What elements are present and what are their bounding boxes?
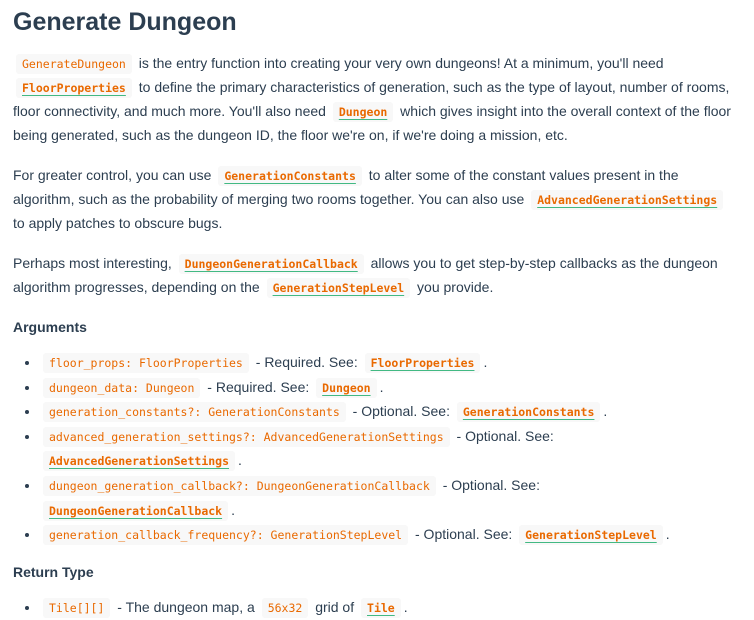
control-paragraph: For greater control, you can use Generat… bbox=[13, 164, 733, 235]
text: - The dungeon map, a bbox=[113, 598, 259, 615]
text: . bbox=[231, 501, 235, 518]
link-code: GenerationConstants bbox=[218, 166, 362, 186]
text: - Optional. See: bbox=[452, 427, 554, 444]
text: . bbox=[603, 403, 608, 420]
text: Perhaps most interesting, bbox=[13, 255, 176, 271]
argument-signature: floor_props: FloorProperties bbox=[43, 353, 249, 373]
return-type-code: Tile[][] bbox=[43, 597, 111, 618]
link-code: Tile bbox=[361, 597, 401, 618]
argument-item: dungeon_data: Dungeon - Required. See: D… bbox=[40, 376, 733, 401]
text: - Optional. See: bbox=[438, 476, 540, 493]
link-generation-constants[interactable]: GenerationConstants bbox=[215, 166, 365, 186]
link-code: GenerationStepLevel bbox=[519, 525, 663, 546]
link-code: GenerationStepLevel bbox=[266, 278, 411, 298]
link-generation-step-level[interactable]: GenerationStepLevel bbox=[264, 278, 414, 298]
text: . bbox=[238, 452, 242, 469]
link-code: AdvancedGenerationSettings bbox=[531, 190, 724, 210]
argument-link[interactable]: GenerationStepLevel bbox=[516, 525, 666, 546]
return-type-heading: Return Type bbox=[13, 563, 94, 580]
argument-link[interactable]: AdvancedGenerationSettings bbox=[40, 451, 238, 472]
link-dungeon-generation-callback[interactable]: DungeonGenerationCallback bbox=[176, 254, 367, 274]
doc-content: Generate Dungeon GenerateDungeon is the … bbox=[0, 6, 746, 620]
argument-signature: dungeon_data: Dungeon bbox=[43, 377, 201, 398]
text: you provide. bbox=[413, 279, 494, 295]
arguments-list: floor_props: FloorProperties - Required.… bbox=[13, 351, 733, 548]
argument-item: generation_callback_frequency?: Generati… bbox=[40, 523, 733, 548]
text: For greater control, you can use bbox=[13, 167, 216, 183]
link-code: Dungeon bbox=[316, 377, 377, 398]
argument-link[interactable]: Dungeon bbox=[313, 377, 379, 398]
arguments-heading: Arguments bbox=[13, 319, 87, 335]
argument-item: floor_props: FloorProperties - Required.… bbox=[40, 351, 733, 376]
grid-size-code: 56x32 bbox=[261, 597, 309, 618]
argument-item: generation_constants?: GenerationConstan… bbox=[40, 400, 733, 425]
link-tile[interactable]: Tile bbox=[358, 597, 404, 618]
link-floor-properties[interactable]: FloorProperties bbox=[13, 78, 135, 98]
link-code: DungeonGenerationCallback bbox=[43, 500, 229, 521]
link-code: FloorProperties bbox=[16, 78, 132, 98]
text: . bbox=[665, 526, 670, 543]
argument-signature: generation_callback_frequency?: Generati… bbox=[43, 525, 409, 546]
text: - Optional. See: bbox=[411, 526, 517, 543]
argument-item: dungeon_generation_callback?: DungeonGen… bbox=[40, 474, 733, 523]
link-advanced-generation-settings[interactable]: AdvancedGenerationSettings bbox=[528, 190, 726, 210]
text: grid of bbox=[311, 598, 359, 615]
argument-link[interactable]: GenerationConstants bbox=[454, 402, 604, 423]
argument-signature: advanced_generation_settings?: AdvancedG… bbox=[43, 426, 450, 447]
text: is the entry function into creating your… bbox=[134, 55, 664, 71]
text: - Optional. See: bbox=[348, 403, 454, 420]
text: - Required. See: bbox=[203, 378, 314, 395]
text: - Required. See: bbox=[251, 354, 362, 370]
callback-paragraph: Perhaps most interesting, DungeonGenerat… bbox=[13, 252, 733, 300]
link-dungeon[interactable]: Dungeon bbox=[330, 102, 396, 122]
text: . bbox=[379, 378, 384, 395]
text: . bbox=[403, 598, 408, 615]
argument-signature: dungeon_generation_callback?: DungeonGen… bbox=[43, 475, 436, 496]
argument-signature: generation_constants?: GenerationConstan… bbox=[43, 402, 346, 423]
link-code: AdvancedGenerationSettings bbox=[43, 451, 236, 472]
link-code: FloorProperties bbox=[364, 353, 481, 373]
link-code: GenerationConstants bbox=[456, 402, 601, 423]
argument-link[interactable]: FloorProperties bbox=[362, 353, 484, 373]
page-title: Generate Dungeon bbox=[13, 8, 237, 36]
inline-code: GenerateDungeon bbox=[16, 54, 132, 74]
text: to apply patches to obscure bugs. bbox=[13, 215, 223, 231]
link-code: Dungeon bbox=[332, 102, 394, 122]
argument-item: advanced_generation_settings?: AdvancedG… bbox=[40, 425, 733, 474]
link-code: DungeonGenerationCallback bbox=[178, 254, 364, 274]
return-list: Tile[][] - The dungeon map, a 56x32 grid… bbox=[13, 596, 733, 620]
argument-link[interactable]: DungeonGenerationCallback bbox=[40, 500, 231, 521]
text: . bbox=[483, 354, 488, 370]
intro-paragraph: GenerateDungeon is the entry function in… bbox=[13, 52, 733, 147]
return-item: Tile[][] - The dungeon map, a 56x32 grid… bbox=[40, 596, 733, 620]
